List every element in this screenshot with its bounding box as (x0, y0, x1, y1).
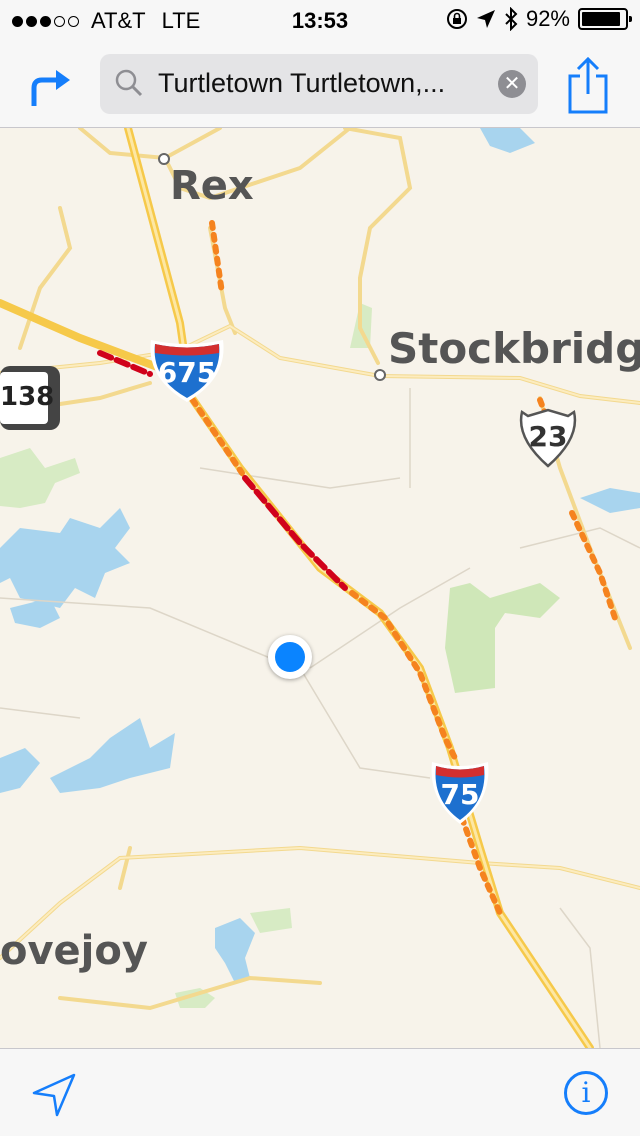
state-138-shield: 138 (0, 366, 62, 430)
map-view[interactable]: Rex Stockbridg ovejoy 675 75 23 138 (0, 128, 640, 1048)
orientation-lock-icon (446, 9, 467, 29)
place-label-stockbridge[interactable]: Stockbridg (388, 324, 640, 373)
rex-place-dot (158, 153, 170, 165)
state-138-number: 138 (0, 382, 55, 412)
interstate-675-shield: 675 (146, 338, 228, 404)
bluetooth-icon (505, 7, 518, 31)
us-23-number: 23 (528, 420, 568, 453)
location-arrow-icon (476, 10, 495, 28)
place-label-lovejoy[interactable]: ovejoy (0, 928, 148, 974)
place-label-rex[interactable]: Rex (170, 163, 254, 209)
battery-icon (578, 8, 632, 30)
share-icon[interactable] (564, 56, 612, 116)
user-location-marker[interactable] (268, 635, 312, 679)
info-button[interactable]: i (564, 1071, 608, 1115)
bottom-toolbar: i (0, 1048, 640, 1136)
stockbridge-place-dot (374, 369, 386, 381)
interstate-75-number: 75 (440, 778, 480, 811)
status-right: 92% (446, 6, 632, 32)
map-canvas[interactable] (0, 128, 640, 1048)
search-field[interactable]: Turtletown Turtletown,... ✕ (100, 54, 538, 114)
location-arrow-icon[interactable] (30, 1071, 78, 1119)
interstate-75-shield: 75 (428, 760, 492, 826)
us-23-shield: 23 (516, 408, 580, 468)
clear-icon[interactable]: ✕ (498, 70, 526, 98)
battery-percent: 92% (525, 6, 570, 31)
navigation-bar: Turtletown Turtletown,... ✕ (0, 40, 640, 128)
status-bar: AT&T LTE 13:53 92% (0, 0, 640, 40)
search-icon (115, 69, 143, 97)
search-query[interactable]: Turtletown Turtletown,... (158, 68, 445, 99)
directions-arrow-icon[interactable] (24, 58, 76, 110)
interstate-675-number: 675 (157, 356, 217, 389)
